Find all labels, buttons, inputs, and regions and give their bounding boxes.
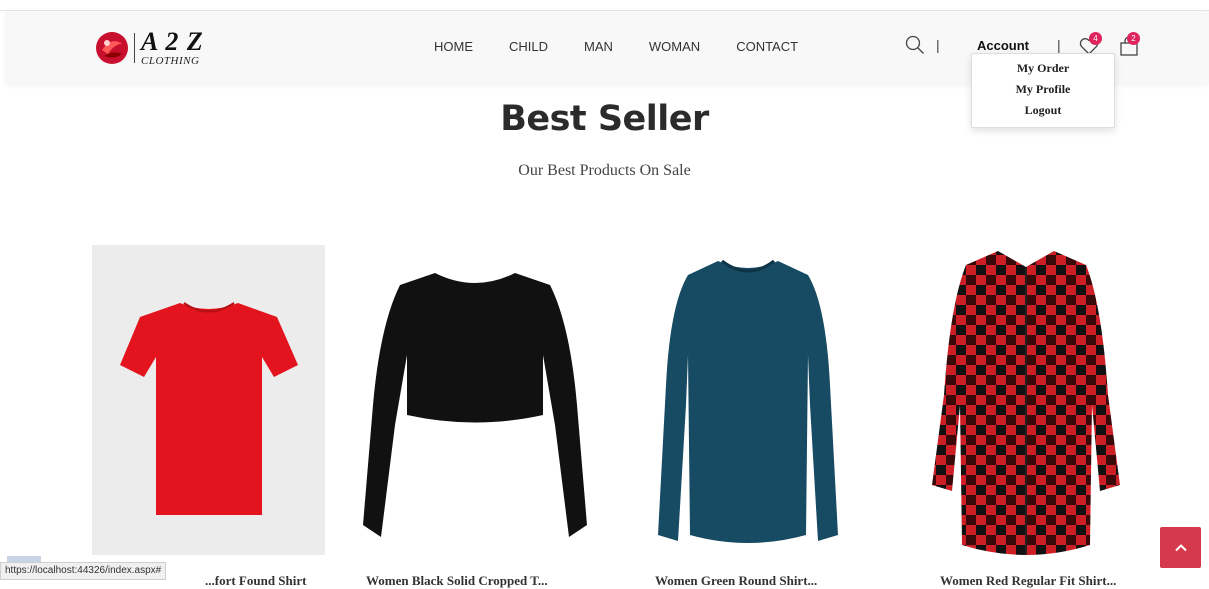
product-image	[658, 259, 838, 543]
menu-my-profile[interactable]: My Profile	[972, 79, 1114, 100]
chevron-up-icon	[1174, 543, 1187, 551]
product-image	[932, 251, 1120, 555]
brand-logo-mark	[96, 32, 128, 64]
logo-separator	[134, 33, 135, 63]
section-title: Best Seller	[500, 99, 709, 139]
product-image	[363, 273, 587, 537]
back-to-top-button[interactable]	[1160, 527, 1201, 568]
product-card-4[interactable]	[916, 245, 1136, 575]
cart-count-badge: 2	[1127, 32, 1140, 45]
nav-woman[interactable]: WOMAN	[649, 39, 700, 54]
brand-title: A 2 Z	[141, 27, 204, 56]
main-nav: HOME CHILD MAN WOMAN CONTACT	[434, 39, 834, 54]
search-icon[interactable]	[905, 35, 925, 55]
nav-contact[interactable]: CONTACT	[736, 39, 798, 54]
menu-my-order[interactable]: My Order	[972, 58, 1114, 79]
product-image	[92, 245, 325, 555]
brand-wordmark: A 2 Z CLOTHING	[141, 29, 204, 67]
nav-child[interactable]: CHILD	[509, 39, 548, 54]
brand-subtitle: CLOTHING	[141, 55, 200, 67]
section-subtitle: Our Best Products On Sale	[518, 162, 691, 179]
header-divider: |	[1057, 37, 1061, 53]
account-button[interactable]: Account	[977, 38, 1029, 53]
brand-logo[interactable]: A 2 Z CLOTHING	[94, 28, 204, 68]
product-card-3[interactable]	[640, 245, 855, 555]
product-name-3[interactable]: Women Green Round Shirt...	[655, 573, 855, 589]
header-divider: |	[936, 37, 940, 53]
browser-status-url: https://localhost:44326/index.aspx#	[0, 562, 167, 580]
product-card-2[interactable]	[355, 245, 595, 555]
nav-man[interactable]: MAN	[584, 39, 613, 54]
product-name-1[interactable]: ...fort Found Shirt	[205, 573, 325, 589]
nav-home[interactable]: HOME	[434, 39, 473, 54]
wishlist-count-badge: 4	[1089, 32, 1102, 45]
product-name-4[interactable]: Women Red Regular Fit Shirt...	[940, 573, 1140, 589]
product-card-1[interactable]	[92, 245, 325, 555]
product-name-2[interactable]: Women Black Solid Cropped T...	[366, 573, 596, 589]
